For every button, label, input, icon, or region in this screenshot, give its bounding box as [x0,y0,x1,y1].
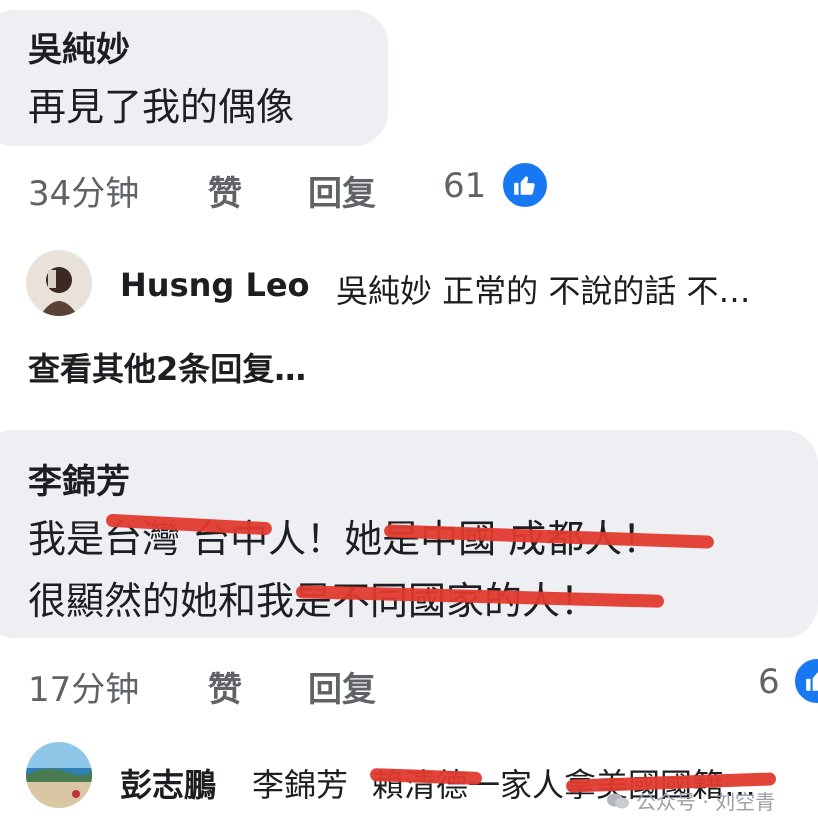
reply-button-1[interactable]: 回复 [308,166,376,215]
reply-mention-2[interactable]: 李錦芳 [252,760,348,806]
reply-author-2[interactable]: 彭志鵬 [120,760,216,806]
comment-time-1: 34分钟 [28,174,140,214]
like-button-1[interactable]: 赞 [208,166,242,215]
like-badge-1 [500,160,550,210]
thumbs-up-icon [514,176,535,195]
reply-text-1: 吳純妙 正常的 不說的話 不… [336,272,751,310]
like-badge-2 [792,656,818,706]
comment-author-2[interactable]: 李錦芳 [28,454,130,503]
reply-author-1[interactable]: Husng Leo [120,266,310,304]
watermark-text: 公众号 · 刘空青 [636,790,776,814]
reply-button-2[interactable]: 回复 [308,662,376,711]
wechat-icon [607,793,629,808]
like-count-1: 61 [443,166,487,206]
thumbs-up-icon [806,672,818,691]
view-more-replies-link[interactable]: 查看其他2条回复… [28,344,306,390]
comment-author-1[interactable]: 吳純妙 [28,22,130,71]
avatar-husng-leo[interactable] [26,250,92,316]
like-count-2: 6 [758,662,780,702]
comment-time-2: 17分钟 [28,670,140,710]
wechat-watermark: 公众号 · 刘空青 [606,786,775,815]
like-button-2[interactable]: 赞 [208,662,242,711]
comment-text-1: 再見了我的偶像 [28,85,295,129]
avatar-peng-zhipeng[interactable] [26,742,92,808]
